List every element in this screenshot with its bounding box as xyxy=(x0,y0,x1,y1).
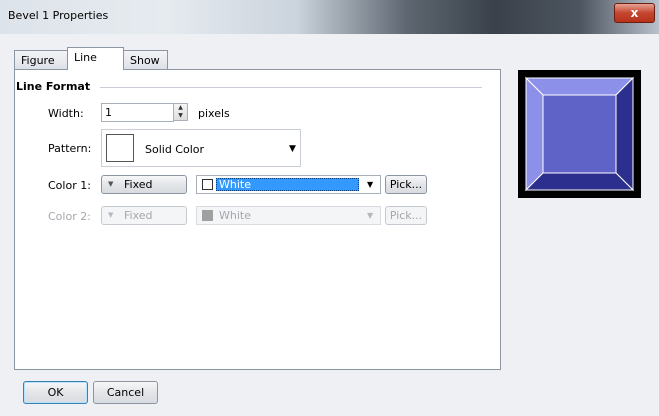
color2-mode-button[interactable]: ▼ Fixed xyxy=(101,206,187,225)
dropdown-arrow-icon: ▼ xyxy=(108,180,114,188)
color1-swatch xyxy=(202,179,213,190)
spin-up-icon[interactable]: ▲ xyxy=(174,104,187,112)
pattern-label: Pattern: xyxy=(48,142,92,155)
width-input[interactable]: 1 xyxy=(101,103,174,122)
color1-mode-button[interactable]: ▼ Fixed xyxy=(101,175,187,194)
tab-show[interactable]: Show xyxy=(123,50,168,69)
bevel-top-face xyxy=(524,77,635,96)
title-bar[interactable]: Bevel 1 Properties x xyxy=(0,0,659,34)
chevron-down-icon[interactable]: ▼ xyxy=(367,180,373,189)
width-unit-label: pixels xyxy=(198,107,230,120)
spin-down-icon[interactable]: ▼ xyxy=(174,112,187,120)
group-divider xyxy=(100,87,482,88)
pattern-value: Solid Color xyxy=(145,143,205,156)
dropdown-arrow-icon: ▼ xyxy=(108,211,114,219)
color1-dropdown[interactable]: White ▼ xyxy=(196,175,381,194)
color1-value: White xyxy=(219,178,251,191)
bevel-right-face xyxy=(615,76,634,192)
bevel-preview-graphic xyxy=(524,76,635,192)
color2-label: Color 2: xyxy=(48,210,91,223)
color2-dropdown[interactable]: White ▼ xyxy=(196,206,381,225)
color1-mode-label: Fixed xyxy=(124,178,153,191)
bevel-preview xyxy=(518,70,641,198)
line-format-group-title: Line Format xyxy=(16,80,91,93)
chevron-down-icon[interactable]: ▼ xyxy=(289,144,296,154)
bevel-center-face xyxy=(542,94,617,174)
color2-pick-button[interactable]: Pick... xyxy=(385,206,427,225)
color2-mode-label: Fixed xyxy=(124,209,153,222)
tab-line[interactable]: Line xyxy=(67,47,124,70)
properties-dialog: Bevel 1 Properties x Figure Line Show Li… xyxy=(0,0,659,416)
color2-swatch xyxy=(202,210,213,221)
width-label: Width: xyxy=(48,107,84,120)
window-title: Bevel 1 Properties xyxy=(8,9,109,22)
bevel-left-face xyxy=(525,76,544,192)
tab-figure[interactable]: Figure xyxy=(14,50,68,69)
color2-value: White xyxy=(219,209,251,222)
color1-label: Color 1: xyxy=(48,179,91,192)
pattern-swatch xyxy=(106,134,134,162)
cancel-button[interactable]: Cancel xyxy=(93,381,158,404)
chevron-down-icon[interactable]: ▼ xyxy=(367,211,373,220)
color1-pick-button[interactable]: Pick... xyxy=(385,175,427,194)
ok-button[interactable]: OK xyxy=(23,381,88,404)
bevel-bottom-face xyxy=(524,172,635,191)
width-spinner[interactable]: ▲ ▼ xyxy=(173,103,188,121)
close-button[interactable]: x xyxy=(614,3,655,23)
